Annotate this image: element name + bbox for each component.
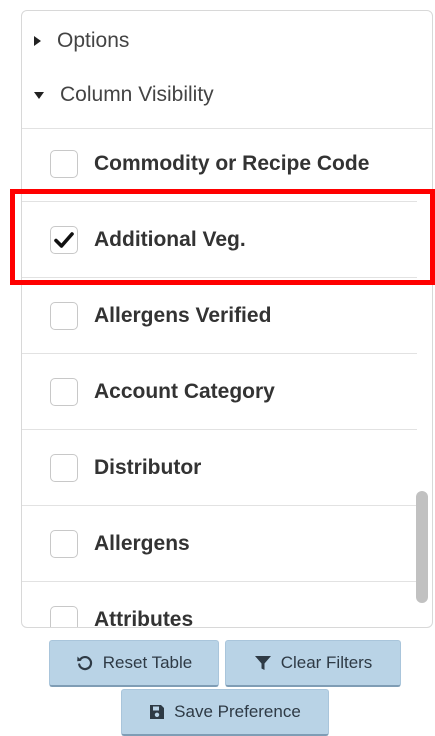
column-label: Account Category <box>94 379 275 403</box>
clear-filters-button[interactable]: Clear Filters <box>225 640 401 687</box>
options-toggle[interactable]: Options <box>22 21 432 61</box>
column-checkbox[interactable] <box>50 453 78 482</box>
column-item-allergens[interactable]: Allergens <box>22 506 417 582</box>
column-checkbox[interactable] <box>50 529 78 558</box>
column-label: Allergens <box>94 531 190 555</box>
save-preference-button[interactable]: Save Preference <box>121 689 329 736</box>
column-label: Additional Veg. <box>94 227 246 251</box>
column-label: Allergens Verified <box>94 303 272 327</box>
column-settings-panel: Options Column Visibility Commodity or R… <box>21 10 433 628</box>
column-label: Attributes <box>94 607 194 628</box>
column-checkbox[interactable] <box>50 377 78 406</box>
undo-icon <box>76 655 92 671</box>
column-checkbox[interactable] <box>50 225 78 254</box>
reset-table-button[interactable]: Reset Table <box>49 640 219 687</box>
column-item-additional-veg[interactable]: Additional Veg. <box>22 202 417 278</box>
column-visibility-label: Column Visibility <box>60 83 214 106</box>
column-label: Distributor <box>94 455 202 479</box>
clear-filters-label: Clear Filters <box>280 653 373 672</box>
check-icon <box>54 231 74 248</box>
column-visibility-toggle[interactable]: Column Visibility <box>22 75 432 115</box>
column-checkbox[interactable] <box>50 149 78 178</box>
column-item-allergens-verified[interactable]: Allergens Verified <box>22 278 417 354</box>
column-item-attributes[interactable]: Attributes <box>22 582 417 627</box>
options-label: Options <box>57 29 130 52</box>
reset-table-label: Reset Table <box>102 653 193 672</box>
caret-right-icon <box>34 36 41 46</box>
column-item-commodity-or-recipe-code[interactable]: Commodity or Recipe Code <box>22 129 417 202</box>
column-item-account-category[interactable]: Account Category <box>22 354 417 430</box>
column-visibility-list[interactable]: Commodity or Recipe Code Additional Veg.… <box>22 128 432 627</box>
filter-icon <box>254 656 271 670</box>
list-scrollbar-thumb[interactable] <box>416 491 428 603</box>
save-preference-label: Save Preference <box>174 702 301 721</box>
floppy-disk-icon <box>150 705 165 719</box>
column-item-distributor[interactable]: Distributor <box>22 430 417 506</box>
column-checkbox[interactable] <box>50 301 78 330</box>
column-label: Commodity or Recipe Code <box>94 151 370 175</box>
column-checkbox[interactable] <box>50 605 78 627</box>
caret-down-icon <box>34 91 44 99</box>
